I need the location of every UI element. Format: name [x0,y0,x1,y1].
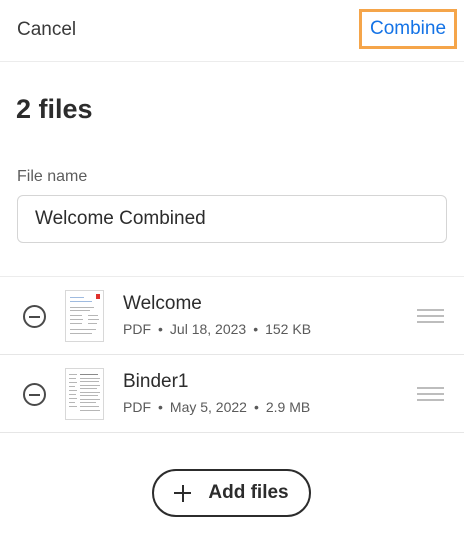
file-name: Binder1 [123,371,189,392]
file-name-input[interactable] [17,195,447,243]
binder-doc-thumbnail [65,368,104,420]
file-date: Jul 18, 2023 [169,321,247,337]
file-type: PDF [123,321,151,337]
combine-button[interactable]: Combine [359,9,457,49]
file-name-label: File name [17,168,88,185]
cancel-button[interactable]: Cancel [17,19,76,41]
file-row: Welcome PDF • Jul 18, 2023 • 152 KB [0,277,464,355]
page-title: 2 files [16,94,93,124]
add-files-button[interactable]: Add files [152,469,311,517]
drag-handle-icon[interactable] [417,309,444,323]
top-bar: Cancel Combine [0,0,464,62]
file-type: PDF [123,399,151,415]
file-size: 152 KB [265,321,312,337]
add-files-label: Add files [208,482,289,503]
plus-icon [174,484,192,502]
file-size: 2.9 MB [265,399,311,415]
welcome-doc-thumbnail [65,290,104,342]
file-list: Welcome PDF • Jul 18, 2023 • 152 KB Bind… [0,276,464,433]
file-row: Binder1 PDF • May 5, 2022 • 2.9 MB [0,355,464,433]
minus-circle-icon[interactable] [23,383,46,406]
file-meta: PDF • May 5, 2022 • 2.9 MB [123,399,311,415]
file-meta: PDF • Jul 18, 2023 • 152 KB [123,321,312,337]
file-name: Welcome [123,293,202,314]
file-date: May 5, 2022 [169,399,247,415]
drag-handle-icon[interactable] [417,387,444,401]
minus-circle-icon[interactable] [23,305,46,328]
